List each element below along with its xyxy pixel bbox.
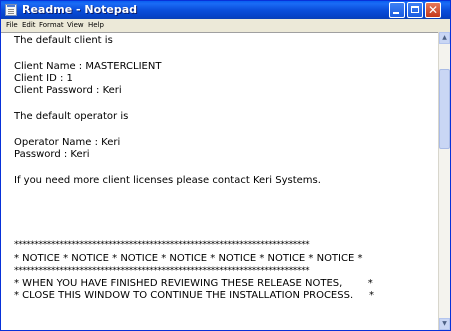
title-bar[interactable]: Readme - Notepad ✕ [1,1,450,19]
text-line: Client ID : 1 [14,73,73,84]
menu-view[interactable]: View [67,21,84,29]
maximize-button[interactable] [407,2,423,18]
menu-format[interactable]: Format [39,21,64,29]
text-line: Operator Name : Keri [14,137,121,148]
notepad-window: Readme - Notepad ✕ File Edit Format View… [0,0,451,331]
close-button[interactable]: ✕ [425,2,441,18]
text-line: The default client is [14,35,113,46]
menu-file[interactable]: File [6,21,18,29]
notepad-icon[interactable] [5,4,17,16]
text-line: ****************************************… [14,266,310,276]
minimize-button[interactable] [389,2,405,18]
text-line: * WHEN YOU HAVE FINISHED REVIEWING THESE… [14,278,373,289]
chevron-down-icon: ▼ [442,320,447,327]
menu-bar: File Edit Format View Help [1,19,450,32]
scroll-up-button[interactable]: ▲ [439,32,450,44]
text-line: The default operator is [14,111,129,122]
text-line: Password : Keri [14,149,90,160]
text-line: ****************************************… [14,240,310,250]
scroll-down-button[interactable]: ▼ [439,318,450,330]
vertical-scrollbar[interactable]: ▲ ▼ [438,32,450,330]
text-line: * NOTICE * NOTICE * NOTICE * NOTICE * NO… [14,253,363,264]
chevron-up-icon: ▲ [442,34,447,41]
text-line: Client Name : MASTERCLIENT [14,61,162,72]
scroll-thumb[interactable] [439,69,450,149]
text-line: Client Password : Keri [14,85,122,96]
close-icon: ✕ [427,3,439,17]
text-editor[interactable]: The default client is Client Name : MAST… [1,32,438,330]
menu-edit[interactable]: Edit [22,21,36,29]
window-title: Readme - Notepad [22,3,138,16]
menu-help[interactable]: Help [88,21,104,29]
text-line: If you need more client licenses please … [14,175,321,186]
text-line: * CLOSE THIS WINDOW TO CONTINUE THE INST… [14,290,375,301]
